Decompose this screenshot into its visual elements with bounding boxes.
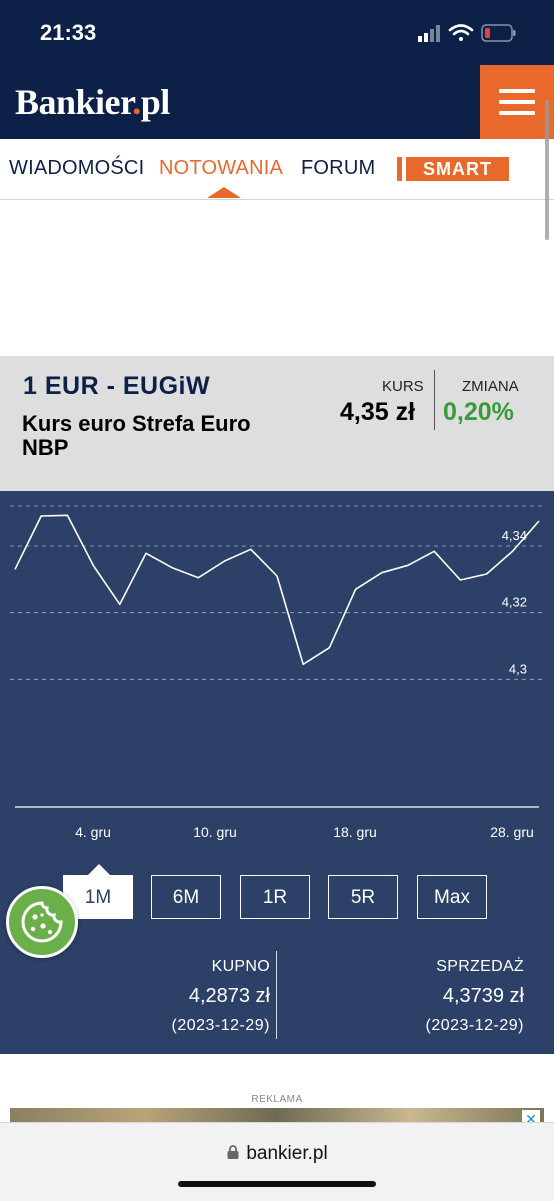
kupno-date: (2023-12-29) — [172, 1017, 271, 1035]
range-button-1r[interactable]: 1R — [240, 875, 310, 919]
signal-icon — [418, 25, 440, 42]
sprzedaz-label: SPRZEDAŻ — [436, 958, 524, 976]
range-button-5r[interactable]: 5R — [328, 875, 398, 919]
nav-item-notowania[interactable]: NOTOWANIA — [159, 157, 283, 180]
hamburger-menu-button[interactable] — [480, 65, 554, 139]
url-text: bankier.pl — [246, 1143, 327, 1164]
sprzedaz-date: (2023-12-29) — [426, 1017, 525, 1035]
cookie-icon — [9, 889, 75, 955]
zmiana-label: ZMIANA — [462, 378, 519, 395]
page-scrollbar[interactable] — [545, 100, 549, 240]
x-tick-label: 28. gru — [490, 824, 534, 840]
battery-icon — [482, 25, 516, 41]
smart-label: SMART — [406, 157, 509, 181]
wifi-icon — [450, 26, 472, 42]
range-button-6m[interactable]: 6M — [151, 875, 221, 919]
stats-divider — [276, 951, 277, 1039]
status-bar: 21:33 — [0, 0, 554, 65]
currency-pair-title: 1 EUR - EUGiW — [23, 372, 210, 401]
active-nav-indicator — [207, 187, 241, 198]
series-line — [15, 515, 539, 664]
range-button-max[interactable]: Max — [417, 875, 487, 919]
lock-icon — [226, 1144, 240, 1160]
address-bar[interactable]: bankier.pl — [0, 1143, 554, 1165]
bankier-logo[interactable]: Bankier.pl — [15, 81, 170, 123]
y-tick-label: 4,3 — [509, 661, 527, 676]
kupno-label: KUPNO — [212, 958, 270, 976]
chart-panel: 4,34 4,32 4,3 4. gru 10. gru 18. gru 28. gru 1… — [0, 491, 554, 1054]
nav-item-wiadomosci[interactable]: WIADOMOŚCI — [9, 157, 144, 180]
browser-bottom-bar: bankier.pl — [0, 1122, 554, 1201]
site-header: Bankier.pl — [0, 65, 554, 139]
kupno-value: 4,2873 zł — [189, 985, 270, 1008]
ad-label: REKLAMA — [0, 1094, 554, 1105]
status-time: 21:33 — [40, 20, 96, 46]
x-tick-label: 10. gru — [193, 824, 237, 840]
cookie-settings-button[interactable] — [6, 886, 78, 958]
sprzedaz-value: 4,3739 zł — [443, 985, 524, 1008]
exchange-rate-chart[interactable]: 4,34 4,32 4,3 4. gru 10. gru 18. gru 28. gru — [0, 491, 554, 841]
quote-divider — [434, 370, 435, 430]
smart-button[interactable]: SMART — [397, 157, 509, 181]
nav-item-forum[interactable]: FORUM — [301, 157, 375, 180]
home-indicator[interactable] — [178, 1181, 376, 1187]
quote-header: 1 EUR - EUGiW Kurs euro Strefa Euro NBP … — [0, 356, 554, 491]
x-tick-label: 18. gru — [333, 824, 377, 840]
y-tick-label: 4,34 — [502, 528, 527, 543]
status-icons — [418, 22, 528, 46]
y-tick-label: 4,32 — [502, 595, 527, 610]
active-range-indicator — [88, 864, 110, 875]
x-tick-label: 4. gru — [75, 824, 111, 840]
zmiana-value: 0,20% — [443, 398, 514, 427]
kurs-value: 4,35 zł — [340, 398, 415, 427]
kurs-label: KURS — [382, 378, 424, 395]
hamburger-icon — [499, 89, 535, 93]
currency-description: Kurs euro Strefa Euro NBP — [22, 412, 292, 460]
